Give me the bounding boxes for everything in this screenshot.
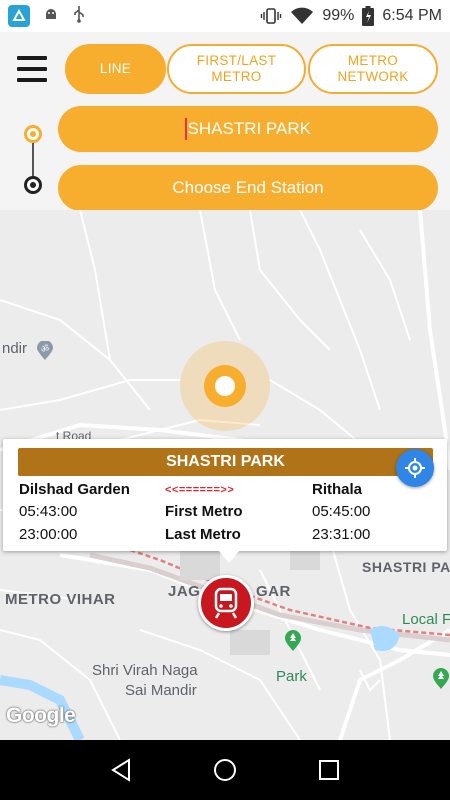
tab-first-last-label: FIRST/LAST METRO [196,53,277,84]
map-label-local: Local F [402,611,450,628]
start-station-input[interactable]: SHASTRI PARK [58,106,438,152]
route-connector [32,143,34,178]
map-label-jag: JAG [168,583,201,600]
park-icon-2 [432,668,450,695]
menu-icon[interactable] [17,56,47,82]
start-station-value: SHASTRI PARK [187,119,311,138]
first-metro-label: First Metro [165,503,243,520]
text-cursor [185,118,187,140]
last-metro-to-time: 23:31:00 [312,526,371,543]
app-icon [8,5,30,27]
info-card-pointer [219,551,239,563]
back-icon[interactable] [110,758,132,782]
route-header: LINE FIRST/LAST METRO METRO NETWORK SHAS… [0,32,450,211]
tab-metro-network[interactable]: METRO NETWORK [308,44,438,94]
map-label-mandir: ndir [2,340,28,357]
first-metro-to-time: 05:45:00 [312,503,371,520]
park-icon [284,630,302,657]
map-label-park: Park [276,668,307,685]
station-info-card[interactable]: SHASTRI PARK Dilshad Garden <<======>> R… [3,439,447,551]
notification-icons [8,5,86,28]
battery-icon [362,6,375,26]
clock: 6:54 PM [382,7,442,24]
from-station: Dilshad Garden [19,481,130,498]
tab-line[interactable]: LINE [65,44,166,94]
direction-arrow: <<======>> [165,484,235,496]
usb-icon [72,5,86,28]
recents-icon[interactable] [318,759,340,781]
map-label-sai-mandir: Sai Mandir [125,682,197,699]
svg-text:ॐ: ॐ [41,344,49,355]
google-logo: Google [6,704,76,727]
end-marker-icon [24,176,42,194]
tab-first-last-metro[interactable]: FIRST/LAST METRO [167,44,306,94]
start-marker-icon [24,125,42,143]
last-metro-from-time: 23:00:00 [19,526,78,543]
battery-percent: 99% [322,7,355,24]
android-icon [42,5,60,28]
place-of-worship-icon: ॐ [36,340,54,366]
tab-line-label: LINE [99,61,132,76]
to-station: Rithala [312,481,363,498]
current-location-icon[interactable] [204,365,246,407]
map-label-metro-vihar: METRO VIHAR [5,591,116,608]
map-label-shastri-park: SHASTRI PA [362,559,450,575]
end-station-input[interactable]: Choose End Station [58,165,438,211]
vibrate-icon [260,7,282,25]
first-metro-from-time: 05:43:00 [19,503,78,520]
system-icons: 99% 6:54 PM [260,6,442,26]
metro-train-icon[interactable] [198,575,254,631]
end-station-placeholder: Choose End Station [172,178,324,197]
wifi-icon [290,7,314,25]
map-label-gar: GAR [256,583,291,600]
tab-metro-network-label: METRO NETWORK [337,53,409,84]
my-location-icon[interactable] [396,449,434,487]
status-bar: 99% 6:54 PM [0,0,450,32]
home-icon[interactable] [213,758,237,782]
last-metro-label: Last Metro [165,526,241,543]
map-label-shri-virah: Shri Virah Naga [92,662,198,679]
info-card-title: SHASTRI PARK [18,448,433,476]
system-nav-bar [0,740,450,800]
